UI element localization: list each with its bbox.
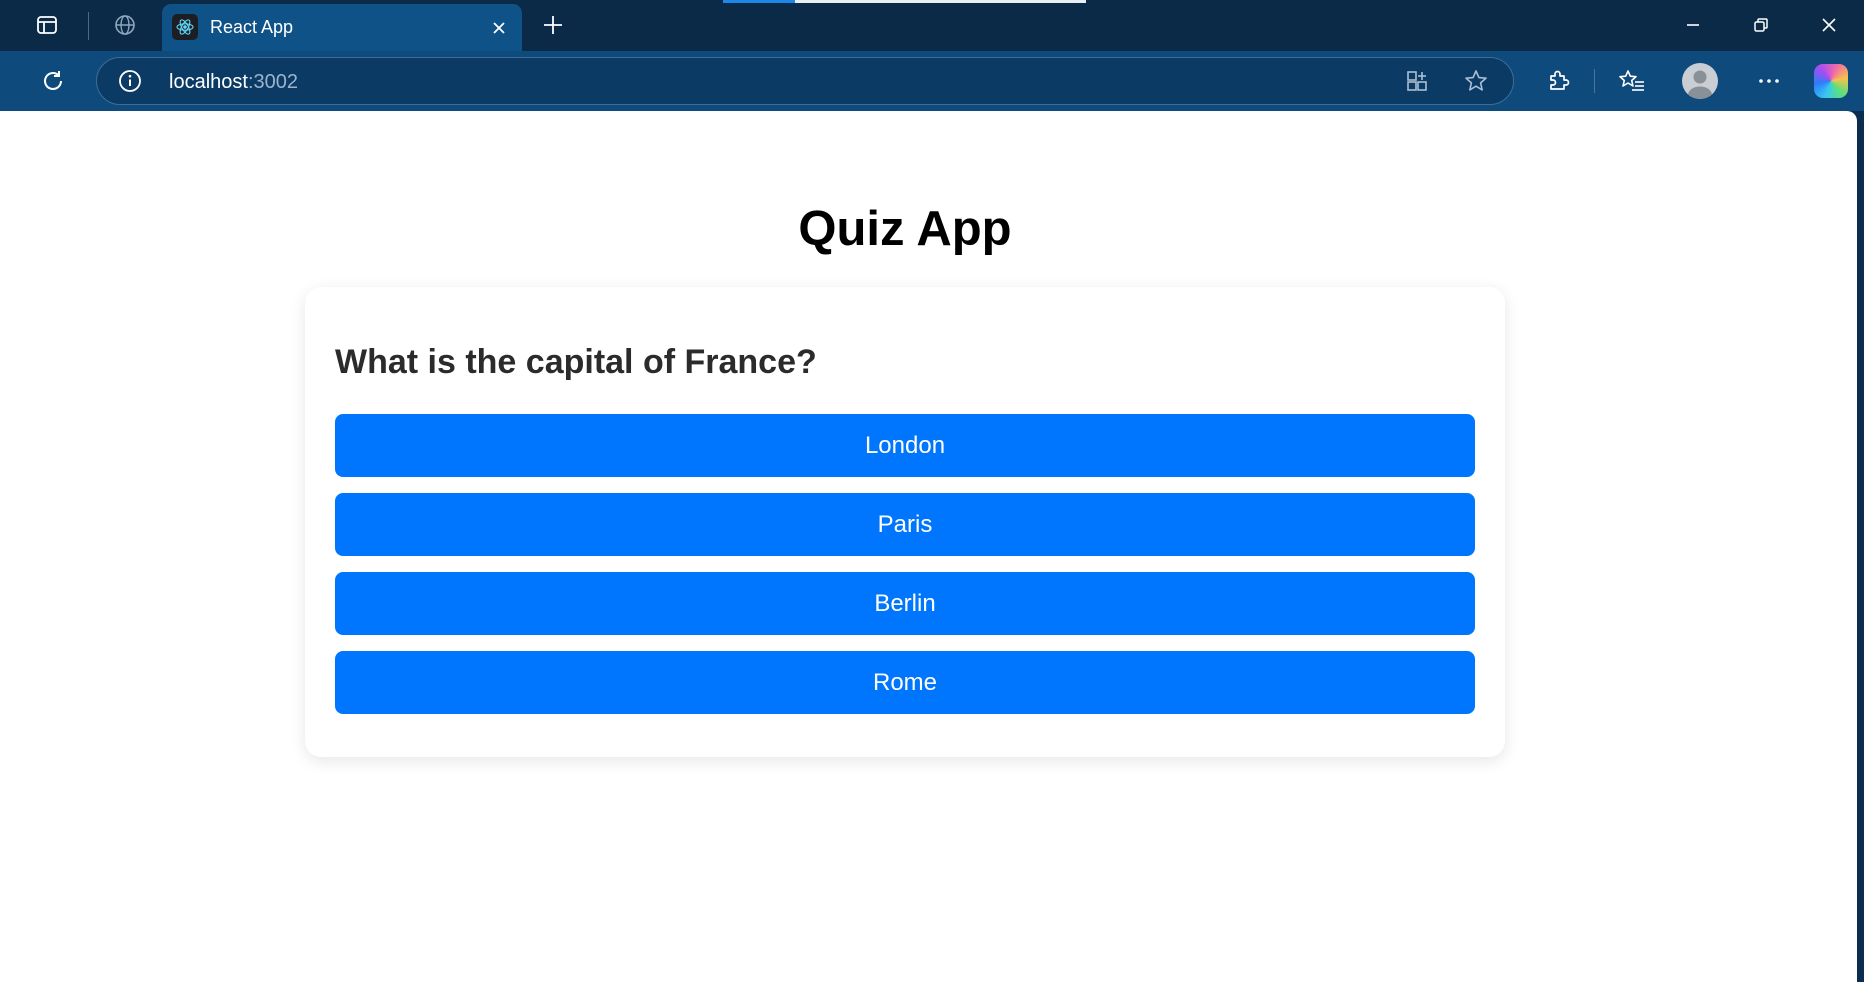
url-host: localhost (169, 71, 248, 93)
loading-indicator (723, 0, 795, 3)
restore-icon[interactable] (1748, 12, 1774, 38)
tab-actions-icon[interactable] (35, 13, 59, 37)
answer-list: London Paris Berlin Rome (335, 414, 1475, 730)
window-close-icon[interactable] (1816, 12, 1842, 38)
answer-button-paris[interactable]: Paris (335, 493, 1475, 556)
plus-icon[interactable] (540, 12, 566, 38)
favorites-icon[interactable] (1617, 66, 1647, 96)
page-title: Quiz App (798, 202, 1012, 256)
tab-react-app[interactable]: React App (162, 4, 522, 51)
loading-track (795, 0, 1086, 3)
info-icon[interactable] (117, 68, 143, 94)
star-icon[interactable] (1462, 67, 1490, 95)
globe-icon[interactable] (113, 13, 137, 37)
question-text: What is the capital of France? (335, 343, 817, 381)
url-port: :3002 (247, 71, 298, 93)
profile-avatar[interactable] (1682, 63, 1718, 99)
tab-title: React App (210, 17, 294, 37)
copilot-icon[interactable] (1814, 64, 1848, 98)
app-available-icon[interactable] (1403, 67, 1431, 95)
quiz-card: What is the capital of France? London Pa… (305, 287, 1505, 757)
address-bar[interactable]: localhost:3002 (96, 57, 1514, 105)
refresh-icon[interactable] (38, 66, 68, 96)
react-logo-icon (172, 14, 198, 40)
toolbar-separator (1594, 69, 1595, 93)
minimize-icon[interactable] (1680, 12, 1706, 38)
browser-toolbar: localhost:3002 (0, 51, 1864, 111)
answer-button-rome[interactable]: Rome (335, 651, 1475, 714)
answer-button-london[interactable]: London (335, 414, 1475, 477)
close-icon[interactable] (488, 17, 510, 39)
tab-separator (88, 12, 89, 40)
more-icon[interactable] (1754, 66, 1784, 96)
page-viewport: Quiz App What is the capital of France? … (0, 111, 1857, 982)
browser-tab-strip: React App (0, 0, 1864, 51)
window-edge (1857, 111, 1864, 982)
url-text: localhost:3002 (169, 70, 298, 94)
puzzle-icon[interactable] (1543, 66, 1573, 96)
answer-button-berlin[interactable]: Berlin (335, 572, 1475, 635)
